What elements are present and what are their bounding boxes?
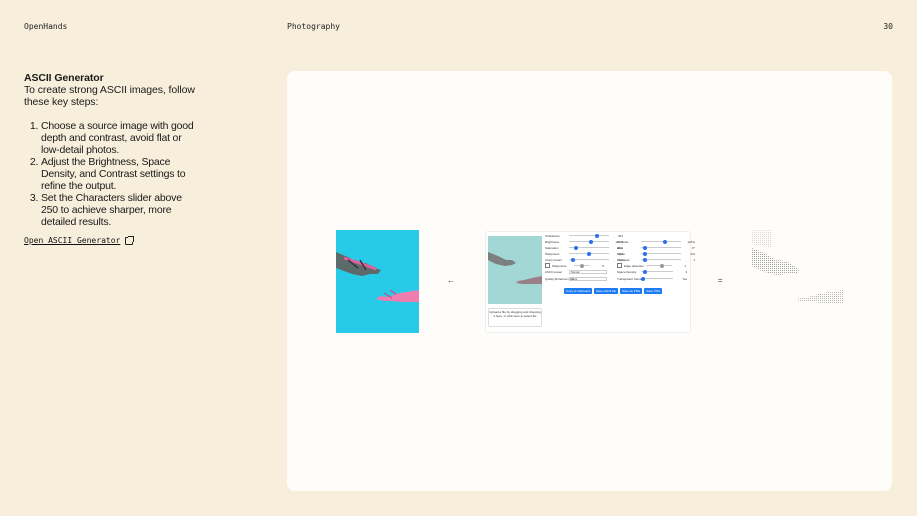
left-control-row: Saturation 22% [545,245,623,250]
edge-detection-label: Edge detection [624,263,645,268]
control-slider[interactable] [569,239,609,244]
quality-select[interactable]: None [569,276,607,281]
control-slider[interactable] [569,251,609,256]
sharpness-checkbox[interactable] [545,263,550,268]
control-value: 451 [617,233,623,238]
step-item: Set the Characters slider above 250 to a… [41,192,199,228]
sharpness-value: 6 [602,263,604,268]
save-png-alt-button[interactable]: Save PNG [644,288,663,294]
edge-detection-slider[interactable] [646,263,672,268]
step-item: Adjust the Brightness, Space Density, an… [41,156,199,192]
slider-knob[interactable] [588,239,593,244]
right-control-row: Pixelated 1 [617,257,695,262]
control-slider[interactable] [569,257,609,262]
quality-label: Quality Enhancement [545,276,574,281]
control-value: 124% [687,239,695,244]
slider-knob[interactable] [594,233,599,238]
intro-text: To create strong ASCII images, follow th… [24,84,195,108]
control-label: Contrast [617,239,629,244]
open-ascii-generator-link[interactable]: Open ASCII Generator [24,235,199,245]
control-value: 0° [692,245,695,250]
control-label: Hue [617,245,623,250]
right-control-row: Sepia 0% [617,251,695,256]
control-label: Invert Colors [545,257,563,262]
space-density-slider[interactable] [641,269,673,274]
slider-knob[interactable] [662,239,667,244]
sharpness-slider[interactable] [574,263,590,268]
control-label: Saturation [545,245,559,250]
section-label: Photography [287,22,340,31]
arrow-icon: ← [447,276,455,285]
control-label: Brightness [545,239,560,244]
control-slider[interactable] [641,257,681,262]
slider-knob[interactable] [642,251,647,256]
description-panel: ASCII Generator To create strong ASCII i… [24,72,199,245]
slider-knob[interactable] [574,245,579,250]
right-control-row: Contrast 124% [617,239,695,244]
control-label: Pixelated [617,257,630,262]
control-label: Characters [545,233,560,238]
equals-sign: = [718,276,723,285]
save-png-button[interactable]: Save as PNG [620,288,643,294]
control-slider[interactable] [569,233,609,238]
transparent-frame-slider[interactable] [641,276,673,281]
space-density-value: 3 [685,269,687,274]
control-slider[interactable] [569,245,609,250]
external-link-icon [125,235,135,245]
copy-clipboard-button[interactable]: Copy to Clipboard [564,288,593,294]
control-slider[interactable] [641,239,681,244]
slider-knob[interactable] [570,257,575,262]
control-value: 1 [693,257,695,262]
ascii-preset-label: ASCII preset [545,269,563,274]
slider-knob[interactable] [642,257,647,262]
control-value: 0% [690,251,695,256]
ascii-preset-select[interactable]: Normal [569,269,607,274]
step-item: Choose a source image with good depth an… [41,120,199,156]
transparent-frame-label: Transparent frame [617,276,642,281]
slider-knob[interactable] [642,245,647,250]
transparent-frame-value: Yes [682,276,687,281]
right-control-row: Hue 0° [617,245,695,250]
edge-detection-checkbox[interactable] [617,263,622,268]
space-density-label: Space Density [617,269,637,274]
sharpness-label: Sharpness [552,263,567,268]
slider-knob[interactable] [587,251,591,256]
control-label: Sharpness [545,251,560,256]
save-ascii-button[interactable]: Save ASCII file [594,288,619,294]
ascii-output-image [752,230,844,333]
source-image [336,230,419,333]
left-control-row: Characters 451 [545,233,623,238]
figure-card: ← Upload a file by dragging and dropping… [287,71,892,491]
section-title: ASCII Generator [24,72,104,84]
ascii-generator-app: Upload a file by dragging and dropping i… [485,231,695,333]
link-label: Open ASCII Generator [24,236,121,245]
page-number: 30 [883,22,893,31]
edge-detection-value: 1 [684,263,686,268]
control-slider[interactable] [641,251,681,256]
brand-label: OpenHands [24,22,68,31]
control-slider[interactable] [641,245,681,250]
file-drop-zone[interactable]: Upload a file by dragging and dropping i… [488,308,542,327]
left-control-row: Invert Colors 0% [545,257,623,262]
left-control-row: Sharpness 0% [545,251,623,256]
left-control-row: Brightness 107% [545,239,623,244]
control-label: Sepia [617,251,625,256]
steps-list: Choose a source image with good depth an… [24,120,199,228]
preview-thumbnail [488,236,542,304]
action-buttons: Copy to Clipboard Save ASCII file Save a… [564,288,663,294]
